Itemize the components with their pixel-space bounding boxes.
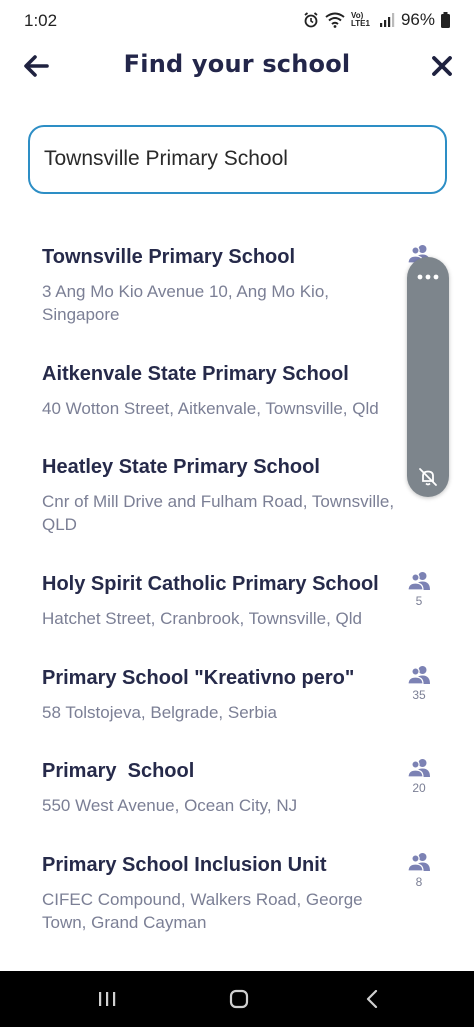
network-label: Vo) LTE1 <box>350 11 370 28</box>
bell-off-icon <box>419 468 437 486</box>
status-bar: 1:02 Vo) LTE1 96% <box>0 0 474 42</box>
result-member-count: 8 <box>404 852 434 889</box>
page-title: Find your school <box>123 50 351 78</box>
result-name: Aitkenvale State Primary School <box>42 363 349 385</box>
chevron-left-icon <box>366 990 378 1008</box>
search-field[interactable] <box>28 125 447 194</box>
result-member-count: 5 <box>404 571 434 608</box>
notifications-off-button[interactable] <box>416 465 440 489</box>
result-address: 40 Wotton Street, Aitkenvale, Townsville… <box>42 399 379 418</box>
result-address: 3 Ang Mo Kio Avenue 10, Ang Mo Kio, Sing… <box>42 282 329 324</box>
status-time: 1:02 <box>24 11 58 30</box>
result-address: 550 West Avenue, Ocean City, NJ <box>42 796 298 815</box>
home-button[interactable] <box>219 985 259 1013</box>
result-address: Hatchet Street, Cranbrook, Townsville, Q… <box>42 609 362 628</box>
more-dots-icon <box>417 274 439 280</box>
result-name: Primary School "Kreativno pero" <box>42 667 355 689</box>
member-count: 35 <box>412 688 426 702</box>
system-back-button[interactable] <box>352 985 392 1013</box>
edge-panel[interactable] <box>407 257 449 497</box>
member-count: 20 <box>412 781 426 795</box>
recent-apps-icon <box>99 992 116 1006</box>
system-nav-bar <box>0 971 474 1027</box>
people-icon <box>407 853 430 872</box>
result-name: Primary School <box>42 760 195 782</box>
status-icons: Vo) LTE1 96% <box>303 10 450 30</box>
result-address: 58 Tolstojeva, Belgrade, Serbia <box>42 703 278 722</box>
people-icon <box>407 572 430 591</box>
battery-icon <box>441 12 450 28</box>
people-icon <box>407 666 430 685</box>
result-member-count: 35 <box>404 665 434 702</box>
member-count: 8 <box>415 875 423 889</box>
result-name: Holy Spirit Catholic Primary School <box>42 573 379 595</box>
search-input[interactable] <box>44 127 424 191</box>
recent-apps-button[interactable] <box>87 985 127 1013</box>
result-address: Cnr of Mill Drive and Fulham Road, Towns… <box>42 492 395 534</box>
home-icon <box>229 989 249 1009</box>
close-button[interactable] <box>426 50 458 82</box>
close-icon <box>432 56 452 76</box>
result-name: Heatley State Primary School <box>42 456 320 478</box>
people-icon <box>407 759 430 778</box>
result-address: CIFEC Compound, Walkers Road, George Tow… <box>42 890 363 932</box>
battery-level: 96% <box>400 10 435 29</box>
result-name: Townsville Primary School <box>42 246 296 268</box>
alarm-icon <box>304 12 318 28</box>
result-member-count: 20 <box>404 758 434 795</box>
more-button[interactable] <box>416 267 440 287</box>
header: Find your school <box>0 42 474 90</box>
signal-icon <box>379 13 395 27</box>
member-count: 5 <box>415 594 423 608</box>
wifi-icon <box>325 12 345 28</box>
result-name: Primary School Inclusion Unit <box>42 854 327 876</box>
